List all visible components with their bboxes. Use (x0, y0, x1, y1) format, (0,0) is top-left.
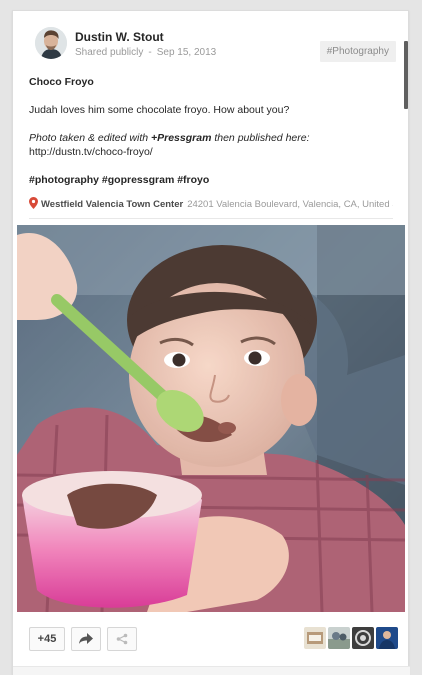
post-meta: Shared publicly - Sep 15, 2013 (75, 47, 216, 58)
share-nodes-button[interactable] (107, 627, 137, 651)
divider (29, 218, 393, 219)
post-description: Judah loves him some chocolate froyo. Ho… (29, 104, 290, 116)
sharer-avatar[interactable] (376, 627, 398, 649)
post-photo[interactable] (17, 225, 405, 612)
photo-credit-suffix: then published here: (211, 132, 310, 144)
sharer-avatar[interactable] (328, 627, 350, 649)
post-body: Choco Froyo Judah loves him some chocola… (29, 75, 392, 187)
post-date[interactable]: Sep 15, 2013 (157, 47, 217, 58)
post-actions: +45 (29, 627, 398, 651)
scrollbar[interactable] (404, 41, 408, 109)
category-tag[interactable]: #Photography (319, 41, 396, 62)
author-name[interactable]: Dustin W. Stout (75, 30, 164, 44)
meta-separator: - (148, 47, 152, 58)
location-address: 24201 Valencia Boulevard, Valencia, CA, … (187, 199, 393, 210)
post-card: Dustin W. Stout Shared publicly - Sep 15, … (12, 10, 410, 675)
location-row[interactable]: Westfield Valencia Town Center 24201 Vale… (29, 197, 393, 211)
share-button[interactable] (71, 627, 101, 651)
post-title: Choco Froyo (29, 76, 94, 88)
share-nodes-icon (116, 633, 128, 645)
sharer-avatar[interactable] (304, 627, 326, 649)
author-avatar[interactable] (35, 27, 67, 59)
post-header: Dustin W. Stout Shared publicly - Sep 15, … (35, 27, 396, 69)
sharer-avatar[interactable] (352, 627, 374, 649)
photo-credit: Photo taken & edited with +Pressgram the… (29, 131, 392, 145)
share-arrow-icon (79, 633, 93, 644)
post-link[interactable]: http://dustn.tv/choco-froyo/ (29, 145, 392, 159)
pressgram-mention[interactable]: +Pressgram (151, 132, 211, 144)
comments-area[interactable] (13, 666, 410, 675)
sharers-list (304, 627, 398, 651)
photo-credit-prefix: Photo taken & edited with (29, 132, 151, 144)
visibility-label[interactable]: Shared publicly (75, 47, 143, 58)
location-pin-icon (29, 197, 38, 209)
location-name[interactable]: Westfield Valencia Town Center (41, 199, 183, 210)
hashtags[interactable]: #photography #gopressgram #froyo (29, 173, 392, 187)
plus-one-button[interactable]: +45 (29, 627, 65, 651)
